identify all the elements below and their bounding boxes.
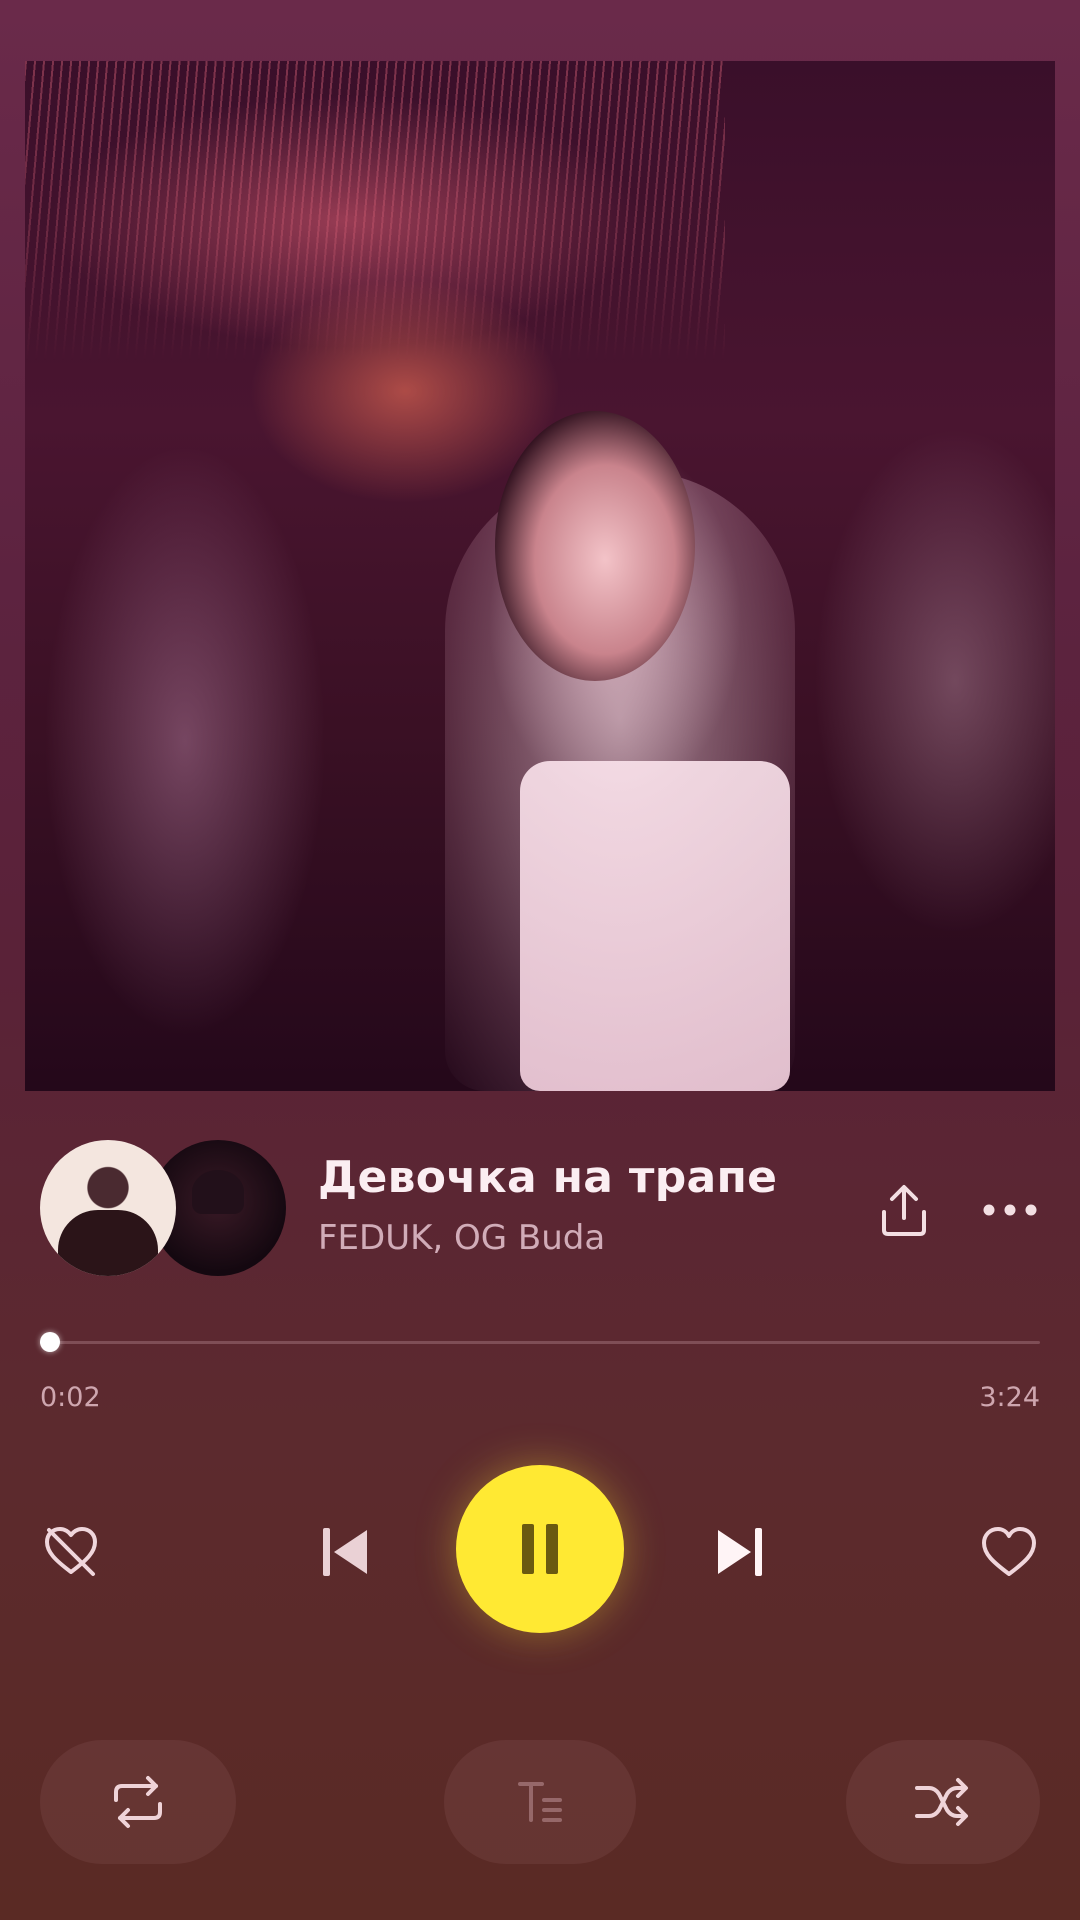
- progress-track: [40, 1341, 1040, 1344]
- dislike-icon: [45, 1527, 97, 1576]
- progress-bar[interactable]: [40, 1332, 1040, 1352]
- artist-avatar-feduk[interactable]: [40, 1140, 176, 1276]
- repeat-icon: [114, 1776, 162, 1828]
- share-button[interactable]: [872, 1178, 936, 1242]
- cover-figure-head: [495, 411, 695, 681]
- pause-icon: [522, 1524, 558, 1574]
- lyrics-icon: [518, 1782, 562, 1822]
- like-button[interactable]: [974, 1517, 1044, 1587]
- repeat-button[interactable]: [40, 1740, 236, 1864]
- progress-thumb[interactable]: [40, 1332, 60, 1352]
- skip-next-icon: [718, 1528, 762, 1576]
- cover-lights: [25, 61, 725, 361]
- album-cover: [25, 61, 1055, 1091]
- skip-previous-icon: [323, 1528, 367, 1576]
- share-icon: [882, 1185, 926, 1236]
- lyrics-button[interactable]: [444, 1740, 636, 1864]
- more-button[interactable]: [978, 1178, 1042, 1242]
- time-elapsed: 0:02: [40, 1382, 101, 1413]
- heart-icon: [982, 1527, 1036, 1576]
- pause-button[interactable]: [456, 1465, 624, 1633]
- shuffle-button[interactable]: [846, 1740, 1040, 1864]
- previous-button[interactable]: [305, 1512, 385, 1592]
- more-icon: [983, 1204, 1037, 1216]
- track-title[interactable]: Девочка на трапе: [318, 1152, 777, 1203]
- cover-figure-top: [520, 761, 790, 1091]
- track-artists[interactable]: FEDUK, OG Buda: [318, 1218, 605, 1258]
- track-info: Девочка на трапе FEDUK, OG Buda: [0, 1140, 1080, 1280]
- time-total: 3:24: [979, 1382, 1040, 1413]
- next-button[interactable]: [700, 1512, 780, 1592]
- shuffle-icon: [915, 1778, 968, 1826]
- dislike-button[interactable]: [36, 1517, 106, 1587]
